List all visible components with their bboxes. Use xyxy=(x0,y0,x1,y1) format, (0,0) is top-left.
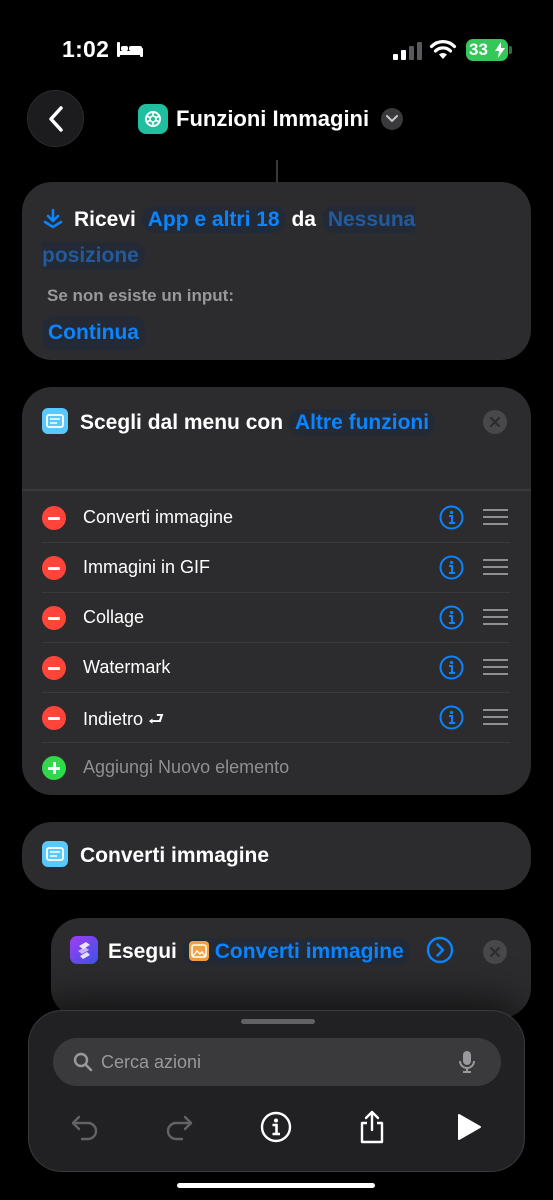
chevron-left-icon xyxy=(48,105,63,132)
receive-verb: Ricevi xyxy=(74,208,136,231)
menu-header: Scegli dal menu con Altre funzioni xyxy=(42,405,492,441)
play-icon xyxy=(458,1114,481,1140)
battery-icon: 33 xyxy=(466,39,508,61)
remove-icon[interactable] xyxy=(42,656,66,680)
battery-level: 33 xyxy=(469,40,488,59)
remove-icon[interactable] xyxy=(42,606,66,630)
info-button[interactable] xyxy=(256,1107,296,1147)
no-input-action-token[interactable]: Continua xyxy=(42,316,145,350)
photo-icon xyxy=(188,941,209,961)
run-verb: Esegui xyxy=(108,940,177,963)
microphone-icon[interactable] xyxy=(458,1050,476,1074)
run-button[interactable] xyxy=(449,1107,489,1147)
add-item-label: Aggiungi Nuovo elemento xyxy=(83,757,290,777)
run-shortcut-card[interactable]: Esegui Converti immagine xyxy=(51,918,531,1018)
openai-logo-icon xyxy=(138,104,168,134)
back-button[interactable] xyxy=(27,90,84,147)
shortcut-token[interactable]: Converti immagine xyxy=(182,938,410,965)
wifi-icon xyxy=(429,40,457,59)
menu-prompt-token[interactable]: Altre funzioni xyxy=(288,409,436,436)
shortcut-title: Funzioni Immagini xyxy=(176,106,370,131)
flow-connector xyxy=(276,160,278,182)
drag-handle-icon[interactable] xyxy=(483,709,508,726)
menu-item-label[interactable]: Watermark xyxy=(83,657,170,678)
divider xyxy=(22,489,531,491)
close-icon[interactable] xyxy=(483,940,507,964)
no-input-label: Se non esiste un input: xyxy=(47,286,235,305)
drag-handle-icon[interactable] xyxy=(483,659,508,676)
close-icon[interactable] xyxy=(483,410,507,434)
menu-case-card[interactable]: Converti immagine xyxy=(22,822,531,890)
menu-tile-icon xyxy=(42,408,68,434)
menu-item-label[interactable]: Indietro ⮐ xyxy=(83,707,164,737)
search-input[interactable] xyxy=(101,1038,441,1086)
menu-action-label: Scegli dal menu con xyxy=(80,411,284,434)
chevron-right-circle-icon[interactable] xyxy=(426,936,454,964)
undo-button[interactable] xyxy=(65,1107,105,1147)
shortcut-token-label: Converti immagine xyxy=(214,940,404,963)
menu-item-row[interactable]: Watermark xyxy=(42,643,510,693)
run-shortcut-line: Esegui Converti immagine xyxy=(70,934,480,970)
menu-item-row[interactable]: Collage xyxy=(42,593,510,643)
signal-icon xyxy=(393,42,422,60)
add-menu-item-button[interactable]: Aggiungi Nuovo elemento xyxy=(42,743,510,793)
chevron-down-icon[interactable] xyxy=(381,108,404,130)
redo-button[interactable] xyxy=(159,1107,199,1147)
menu-item-label[interactable]: Converti immagine xyxy=(83,507,233,528)
info-icon[interactable] xyxy=(439,505,464,530)
receive-action-line: Ricevi App e altri 18 da Nessuna posizio… xyxy=(42,202,522,274)
menu-item-row[interactable]: Immagini in GIF xyxy=(42,543,510,593)
undo-icon xyxy=(71,1115,98,1141)
status-bar: 1:02 33 xyxy=(0,0,553,100)
drag-handle-icon[interactable] xyxy=(483,559,508,576)
menu-item-row[interactable]: Indietro ⮐ xyxy=(42,693,510,743)
add-icon xyxy=(42,756,66,780)
info-icon[interactable] xyxy=(439,555,464,580)
panel-grabber[interactable] xyxy=(241,1019,315,1024)
remove-icon[interactable] xyxy=(42,706,66,730)
info-icon[interactable] xyxy=(439,605,464,630)
from-word: da xyxy=(291,208,316,231)
drag-handle-icon[interactable] xyxy=(483,509,508,526)
bed-icon xyxy=(117,42,143,57)
remove-icon[interactable] xyxy=(42,556,66,580)
share-icon xyxy=(360,1110,384,1144)
menu-item-label[interactable]: Collage xyxy=(83,607,144,628)
menu-tile-icon xyxy=(42,841,68,867)
shortcut-title-button[interactable]: Funzioni Immagini xyxy=(138,102,404,136)
action-search-panel[interactable] xyxy=(28,1010,525,1172)
remove-icon[interactable] xyxy=(42,506,66,530)
info-icon[interactable] xyxy=(439,705,464,730)
home-indicator xyxy=(177,1183,375,1188)
share-button[interactable] xyxy=(352,1107,392,1147)
status-time: 1:02 xyxy=(62,36,110,62)
choose-from-menu-card[interactable]: Scegli dal menu con Altre funzioni Conve… xyxy=(22,387,531,795)
menu-case-title: Converti immagine xyxy=(80,844,270,867)
search-bar[interactable] xyxy=(53,1038,501,1086)
receive-action-card[interactable]: Ricevi App e altri 18 da Nessuna posizio… xyxy=(22,182,531,360)
drag-handle-icon[interactable] xyxy=(483,609,508,626)
info-icon[interactable] xyxy=(439,655,464,680)
info-icon xyxy=(260,1111,292,1143)
receive-icon xyxy=(43,208,63,229)
menu-case-line: Converti immagine xyxy=(42,841,269,871)
input-types-token[interactable]: App e altri 18 xyxy=(141,206,286,233)
menu-item-row[interactable]: Converti immagine xyxy=(42,493,510,543)
search-icon xyxy=(73,1052,93,1072)
menu-item-label[interactable]: Immagini in GIF xyxy=(83,557,210,578)
shortcuts-app-icon xyxy=(70,936,98,964)
redo-icon xyxy=(166,1115,193,1141)
